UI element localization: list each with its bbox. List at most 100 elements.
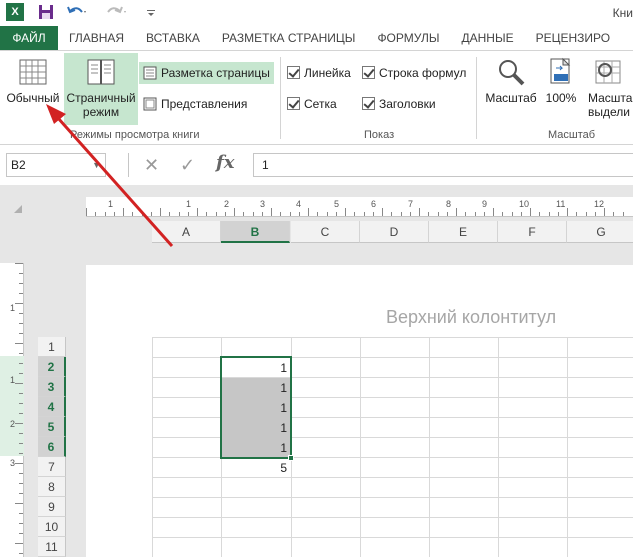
page-break-preview-label-2: режим	[82, 105, 120, 119]
cell-b9[interactable]	[222, 498, 290, 518]
group-label-views: Режимы просмотра книги	[70, 129, 200, 141]
column-header-c[interactable]: C	[291, 221, 360, 243]
name-box[interactable]: B2 ▼	[6, 153, 106, 177]
ruler-tick	[19, 533, 23, 534]
gridlines-checkbox[interactable]: Сетка	[287, 93, 337, 115]
headings-label: Заголовки	[379, 97, 436, 111]
ruler-tick	[585, 212, 587, 216]
tab-review[interactable]: РЕЦЕНЗИРО	[525, 26, 622, 50]
ruler-number: 1	[108, 199, 114, 209]
ruler-tick	[437, 212, 439, 216]
row-header-3[interactable]: 3	[38, 377, 66, 397]
row-header-1[interactable]: 1	[38, 337, 66, 357]
normal-view-button[interactable]: Обычный	[2, 57, 64, 105]
page-break-preview-icon	[87, 59, 115, 85]
ruler-tick	[289, 212, 291, 216]
ruler-tick	[604, 208, 605, 216]
tab-file[interactable]: ФАЙЛ	[0, 26, 58, 50]
vertical-ruler: 1 1 2 3	[0, 263, 24, 557]
cell-b7[interactable]: 5	[222, 458, 290, 478]
ruler-tick	[19, 273, 23, 274]
zoom-label: Масштаб	[485, 91, 537, 105]
cell-b8[interactable]	[222, 478, 290, 498]
ruler-tick	[141, 212, 143, 216]
ruler-tick	[539, 212, 541, 216]
ruler-tick	[557, 212, 559, 216]
zoom-100-button[interactable]: 100%	[542, 57, 580, 105]
group-label-zoom: Масштаб	[548, 129, 596, 141]
ruler-tick	[243, 212, 245, 216]
row-header-9[interactable]: 9	[38, 497, 66, 517]
custom-views-button[interactable]: Представления	[143, 93, 247, 115]
group-separator	[280, 57, 281, 139]
page-header-placeholder[interactable]: Верхний колонтитул	[386, 307, 556, 328]
save-icon[interactable]	[38, 3, 54, 21]
ruler-number: 1	[10, 303, 16, 313]
cell-b10[interactable]	[222, 518, 290, 538]
fill-handle[interactable]	[288, 455, 294, 461]
ruler-tick	[483, 212, 485, 216]
selection-border	[220, 356, 292, 459]
column-header-g[interactable]: G	[567, 221, 633, 243]
ruler-tick	[280, 212, 282, 216]
undo-icon[interactable]	[66, 3, 88, 21]
headings-checkbox[interactable]: Заголовки	[362, 93, 436, 115]
window-title: Кни	[612, 6, 633, 20]
page-layout-view-button[interactable]: Разметка страницы	[139, 62, 274, 84]
ruler-tick	[95, 212, 97, 216]
row-header-2[interactable]: 2	[38, 357, 66, 377]
column-header-f[interactable]: F	[498, 221, 567, 243]
zoom-to-selection-label-1: Масшта	[588, 91, 633, 105]
page-break-preview-button[interactable]: Страничный режим	[64, 53, 138, 125]
ruler-tick	[19, 473, 23, 474]
cell-grid[interactable]: 111115	[152, 337, 633, 557]
tab-page-layout[interactable]: РАЗМЕТКА СТРАНИЦЫ	[211, 26, 367, 50]
select-all-corner[interactable]	[14, 205, 22, 213]
ruler-selection-highlight	[0, 356, 24, 456]
zoom-to-selection-button[interactable]: Масшта выдели	[584, 57, 633, 119]
column-header-a[interactable]: A	[152, 221, 221, 243]
customize-qat-icon[interactable]	[146, 3, 156, 21]
cancel-icon[interactable]: ✕	[144, 155, 159, 176]
column-header-b[interactable]: B	[221, 221, 290, 243]
ruler-tick	[354, 212, 356, 216]
row-header-8[interactable]: 8	[38, 477, 66, 497]
ruler-tick	[178, 212, 180, 216]
redo-icon[interactable]	[106, 3, 128, 21]
zoom-to-selection-label-2: выдели	[588, 105, 630, 119]
ruler-tick	[15, 423, 23, 424]
row-header-5[interactable]: 5	[38, 417, 66, 437]
row-header-10[interactable]: 10	[38, 517, 66, 537]
column-header-e[interactable]: E	[429, 221, 498, 243]
zoom-100-label: 100%	[545, 91, 577, 105]
ruler-tick	[132, 212, 134, 216]
tab-data[interactable]: ДАННЫЕ	[450, 26, 524, 50]
row-header-11[interactable]: 11	[38, 537, 66, 557]
gridlines-check-icon	[287, 97, 300, 111]
ruler-tick	[567, 208, 568, 216]
enter-icon[interactable]: ✓	[180, 155, 195, 176]
formula-bar-checkbox[interactable]: Строка формул	[362, 62, 466, 84]
ruler-tick	[576, 212, 578, 216]
cell-b11[interactable]	[222, 538, 290, 557]
headings-check-icon	[362, 97, 375, 111]
tab-home[interactable]: ГЛАВНАЯ	[58, 26, 135, 50]
formula-input[interactable]: 1	[253, 153, 633, 177]
zoom-button[interactable]: Масштаб	[482, 57, 540, 105]
row-header-4[interactable]: 4	[38, 397, 66, 417]
cell-b1[interactable]	[222, 338, 290, 358]
tab-formulas[interactable]: ФОРМУЛЫ	[366, 26, 450, 50]
row-header-6[interactable]: 6	[38, 437, 66, 457]
ruler-number: 2	[224, 199, 230, 209]
ruler-tick	[19, 413, 23, 414]
column-header-d[interactable]: D	[360, 221, 429, 243]
ruler-checkbox[interactable]: Линейка	[287, 62, 351, 84]
ruler-tick	[206, 212, 208, 216]
row-header-7[interactable]: 7	[38, 457, 66, 477]
ruler-number: 8	[446, 199, 452, 209]
ruler-tick	[169, 212, 171, 216]
insert-function-icon[interactable]: fx	[216, 152, 234, 173]
name-box-dropdown-icon[interactable]: ▼	[92, 154, 101, 176]
tab-insert[interactable]: ВСТАВКА	[135, 26, 211, 50]
ruler-tick	[298, 212, 300, 216]
